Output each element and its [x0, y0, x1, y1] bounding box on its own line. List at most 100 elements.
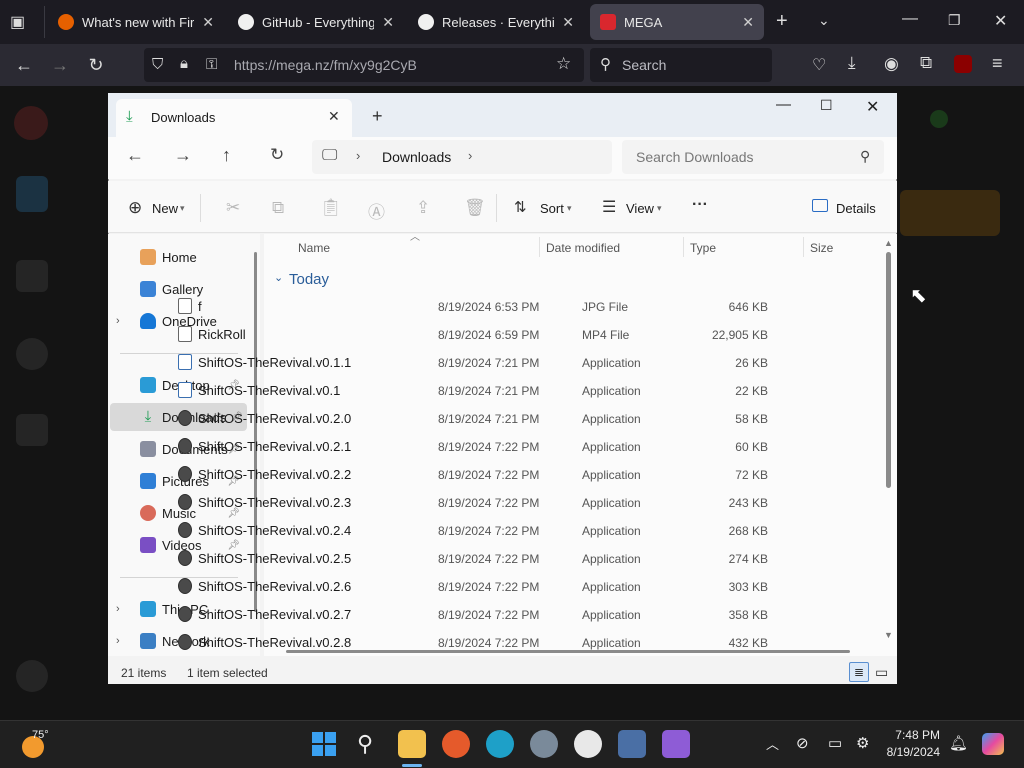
close-tab-icon[interactable]: ✕	[742, 14, 754, 31]
file-list-scrollbar-thumb[interactable]	[886, 252, 891, 488]
scroll-down-arrow-icon[interactable]: ▼	[884, 630, 893, 640]
file-name[interactable]: ShiftOS-TheRevival.v0.2.8	[198, 635, 351, 650]
file-name[interactable]: ShiftOS-TheRevival.v0.2.4	[198, 523, 351, 538]
scroll-up-arrow-icon[interactable]: ▲	[884, 238, 893, 248]
clock-date[interactable]: 8/19/2024	[876, 745, 940, 759]
file-name[interactable]: RickRoll	[198, 327, 246, 342]
more-options-button[interactable]: ···	[692, 196, 708, 214]
clock-time[interactable]: 7:48 PM	[886, 728, 940, 742]
close-tab-icon[interactable]: ✕	[202, 14, 214, 31]
column-header-type[interactable]: Type	[690, 241, 716, 255]
horizontal-scrollbar-thumb[interactable]	[286, 650, 850, 653]
firefox-taskbar-icon[interactable]	[442, 730, 470, 758]
file-name[interactable]: ShiftOS-TheRevival.v0.2.1	[198, 439, 351, 454]
file-row[interactable]: ShiftOS-TheRevival.v0.2.6 8/19/2024 7:22 …	[174, 572, 774, 600]
rename-icon[interactable]: Ⓐ	[368, 198, 385, 223]
file-name[interactable]: ShiftOS-TheRevival.v0.2.6	[198, 579, 351, 594]
start-windows-icon[interactable]	[312, 732, 336, 756]
group-header-today[interactable]: Today	[289, 271, 329, 288]
delete-icon[interactable]: 🗑︎	[464, 198, 486, 218]
file-name[interactable]: ShiftOS-TheRevival.v0.2.5	[198, 551, 351, 566]
browser-tab-0[interactable]: What's new with Firefo ✕	[48, 4, 224, 40]
file-name[interactable]: f	[198, 299, 202, 314]
new-button[interactable]: New	[152, 201, 178, 216]
pocket-icon[interactable]: ♡	[812, 55, 826, 75]
expand-chevron-icon[interactable]: ›	[116, 603, 120, 615]
copilot-icon[interactable]	[982, 733, 1004, 755]
file-row[interactable]: ShiftOS-TheRevival.v0.1 8/19/2024 7:21 PM…	[174, 376, 774, 404]
display-icon[interactable]: ▭	[828, 734, 842, 752]
cut-icon[interactable]: ✂	[226, 198, 240, 218]
explorer-back-icon[interactable]: ←	[126, 145, 144, 166]
file-row[interactable]: ShiftOS-TheRevival.v0.2.1 8/19/2024 7:22 …	[174, 432, 774, 460]
breadcrumb-chevron-icon[interactable]: ›	[468, 148, 472, 163]
file-name[interactable]: ShiftOS-TheRevival.v0.1	[198, 383, 340, 398]
speaker-icon[interactable]: ⚙	[856, 734, 869, 752]
tiles-view-icon[interactable]: ▭	[875, 664, 888, 681]
list-tabs-icon[interactable]: ⌄	[818, 12, 830, 29]
file-row[interactable]: ShiftOS-TheRevival.v0.2.2 8/19/2024 7:22 …	[174, 460, 774, 488]
explorer-minimize-icon[interactable]: —	[776, 96, 791, 113]
explorer-forward-icon[interactable]: →	[174, 145, 192, 166]
copy-icon[interactable]: ⧉	[272, 198, 284, 218]
new-tab-icon[interactable]: +	[776, 10, 788, 33]
column-header-date[interactable]: Date modified	[546, 241, 620, 255]
virtualbox-taskbar-icon[interactable]	[618, 730, 646, 758]
ublock-icon[interactable]	[954, 55, 972, 73]
bookmark-star-icon[interactable]: ☆	[556, 54, 571, 74]
tab-overview-icon[interactable]: ▣	[10, 12, 25, 32]
file-row[interactable]: ShiftOS-TheRevival.v0.2.3 8/19/2024 7:22 …	[174, 488, 774, 516]
new-explorer-tab-icon[interactable]: +	[372, 106, 383, 127]
reload-icon[interactable]: ↻	[84, 53, 108, 77]
edge-taskbar-icon[interactable]	[486, 730, 514, 758]
explorer-up-icon[interactable]: ↑	[222, 145, 231, 166]
file-row[interactable]: ShiftOS-TheRevival.v0.2.8 8/19/2024 7:22 …	[174, 628, 774, 650]
file-name[interactable]: ShiftOS-TheRevival.v0.2.3	[198, 495, 351, 510]
close-explorer-tab-icon[interactable]: ✕	[328, 108, 340, 125]
shield-icon[interactable]: ⛉	[152, 56, 163, 73]
details-view-icon[interactable]: ≣	[849, 662, 869, 682]
column-divider[interactable]	[683, 237, 684, 257]
file-row[interactable]: f 8/19/2024 6:53 PM JPG File 646 KB	[174, 292, 774, 320]
forward-icon[interactable]: →	[48, 53, 72, 77]
permissions-icon[interactable]: ⚿	[206, 56, 217, 73]
file-row[interactable]: ShiftOS-TheRevival.v0.2.7 8/19/2024 7:22 …	[174, 600, 774, 628]
paste-icon[interactable]: 📋︎	[320, 198, 342, 218]
restore-icon[interactable]: ❐	[948, 12, 961, 29]
browser-tab-1[interactable]: GitHub - EverythingWi ✕	[228, 4, 404, 40]
browser-search-box[interactable]	[590, 48, 772, 82]
lock-icon[interactable]: 🔒︎	[180, 55, 188, 72]
column-divider[interactable]	[539, 237, 540, 257]
close-tab-icon[interactable]: ✕	[382, 14, 394, 31]
file-row[interactable]: ShiftOS-TheRevival.v0.2.0 8/19/2024 7:21 …	[174, 404, 774, 432]
view-button[interactable]: View	[626, 201, 654, 216]
column-divider[interactable]	[803, 237, 804, 257]
file-name[interactable]: ShiftOS-TheRevival.v0.2.2	[198, 467, 351, 482]
file-name[interactable]: ShiftOS-TheRevival.v0.2.0	[198, 411, 351, 426]
share-icon[interactable]: ⇪	[416, 198, 430, 218]
notification-bell-icon[interactable]: 🔔︎	[949, 734, 968, 752]
media-player-taskbar-icon[interactable]	[574, 730, 602, 758]
close-tab-icon[interactable]: ✕	[562, 14, 574, 31]
explorer-close-icon[interactable]: ✕	[866, 97, 879, 117]
settings-gear-taskbar-icon[interactable]	[530, 730, 558, 758]
taskbar-search-icon[interactable]: ⚲	[357, 731, 373, 757]
show-hidden-icons-icon[interactable]: ︿	[766, 734, 779, 753]
back-icon[interactable]: ←	[12, 53, 36, 77]
explorer-refresh-icon[interactable]: ↻	[270, 145, 284, 165]
file-row[interactable]: ShiftOS-TheRevival.v0.2.5 8/19/2024 7:22 …	[174, 544, 774, 572]
explorer-maximize-icon[interactable]: ☐	[820, 97, 833, 114]
group-collapse-chevron-icon[interactable]: ⌄	[274, 271, 283, 284]
sort-button[interactable]: Sort	[540, 201, 564, 216]
file-name[interactable]: ShiftOS-TheRevival.v0.2.7	[198, 607, 351, 622]
file-row[interactable]: RickRoll 8/19/2024 6:59 PM MP4 File 22,905 …	[174, 320, 774, 348]
extensions-icon[interactable]: ⧉	[920, 53, 932, 73]
minimize-icon[interactable]: —	[902, 10, 918, 28]
downloads-icon[interactable]: ⤓	[848, 53, 856, 73]
file-explorer-taskbar-icon[interactable]	[398, 730, 426, 758]
file-name[interactable]: ShiftOS-TheRevival.v0.1.1	[198, 355, 351, 370]
network-status-icon[interactable]: ⊘	[796, 734, 809, 752]
browser-tab-2[interactable]: Releases · EverythingW ✕	[408, 4, 584, 40]
expand-chevron-icon[interactable]: ›	[116, 315, 120, 327]
details-button[interactable]: Details	[836, 201, 876, 216]
